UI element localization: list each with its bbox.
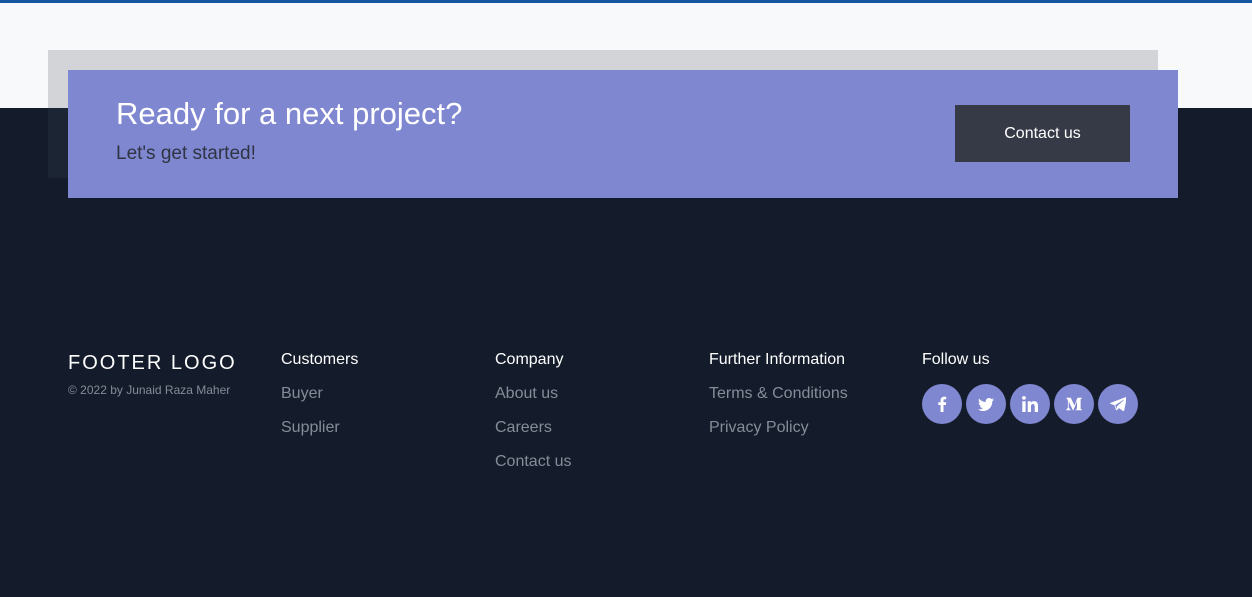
footer-column-further-information: Further Information Terms & Conditions P… [709, 350, 848, 452]
social-links [922, 384, 1138, 424]
footer-link-about-us[interactable]: About us [495, 384, 571, 418]
column-heading: Further Information [709, 351, 846, 368]
cta-title: Ready for a next project? [116, 96, 463, 131]
column-heading: Follow us [922, 351, 990, 368]
footer-link-careers[interactable]: Careers [495, 418, 571, 452]
telegram-icon[interactable] [1098, 384, 1138, 424]
twitter-icon[interactable] [966, 384, 1006, 424]
footer-link-buyer[interactable]: Buyer [281, 384, 358, 418]
footer-column-customers: Customers Buyer Supplier [281, 350, 358, 452]
footer-link-terms[interactable]: Terms & Conditions [709, 384, 848, 418]
contact-us-button[interactable]: Contact us [955, 105, 1130, 162]
footer-logo[interactable]: FOOTER LOGO [68, 352, 237, 375]
footer-column-company: Company About us Careers Contact us [495, 350, 571, 486]
cta-banner: Ready for a next project? Let's get star… [68, 70, 1178, 198]
footer-link-supplier[interactable]: Supplier [281, 418, 358, 452]
medium-icon[interactable] [1054, 384, 1094, 424]
footer-link-contact-us[interactable]: Contact us [495, 452, 571, 486]
column-heading: Company [495, 351, 564, 368]
linkedin-icon[interactable] [1010, 384, 1050, 424]
copyright-text: © 2022 by Junaid Raza Maher [68, 383, 231, 397]
cta-subtitle: Let's get started! [116, 143, 256, 164]
facebook-icon[interactable] [922, 384, 962, 424]
footer-link-privacy[interactable]: Privacy Policy [709, 418, 848, 452]
column-heading: Customers [281, 351, 359, 368]
footer-column-follow-us: Follow us [922, 350, 1138, 424]
